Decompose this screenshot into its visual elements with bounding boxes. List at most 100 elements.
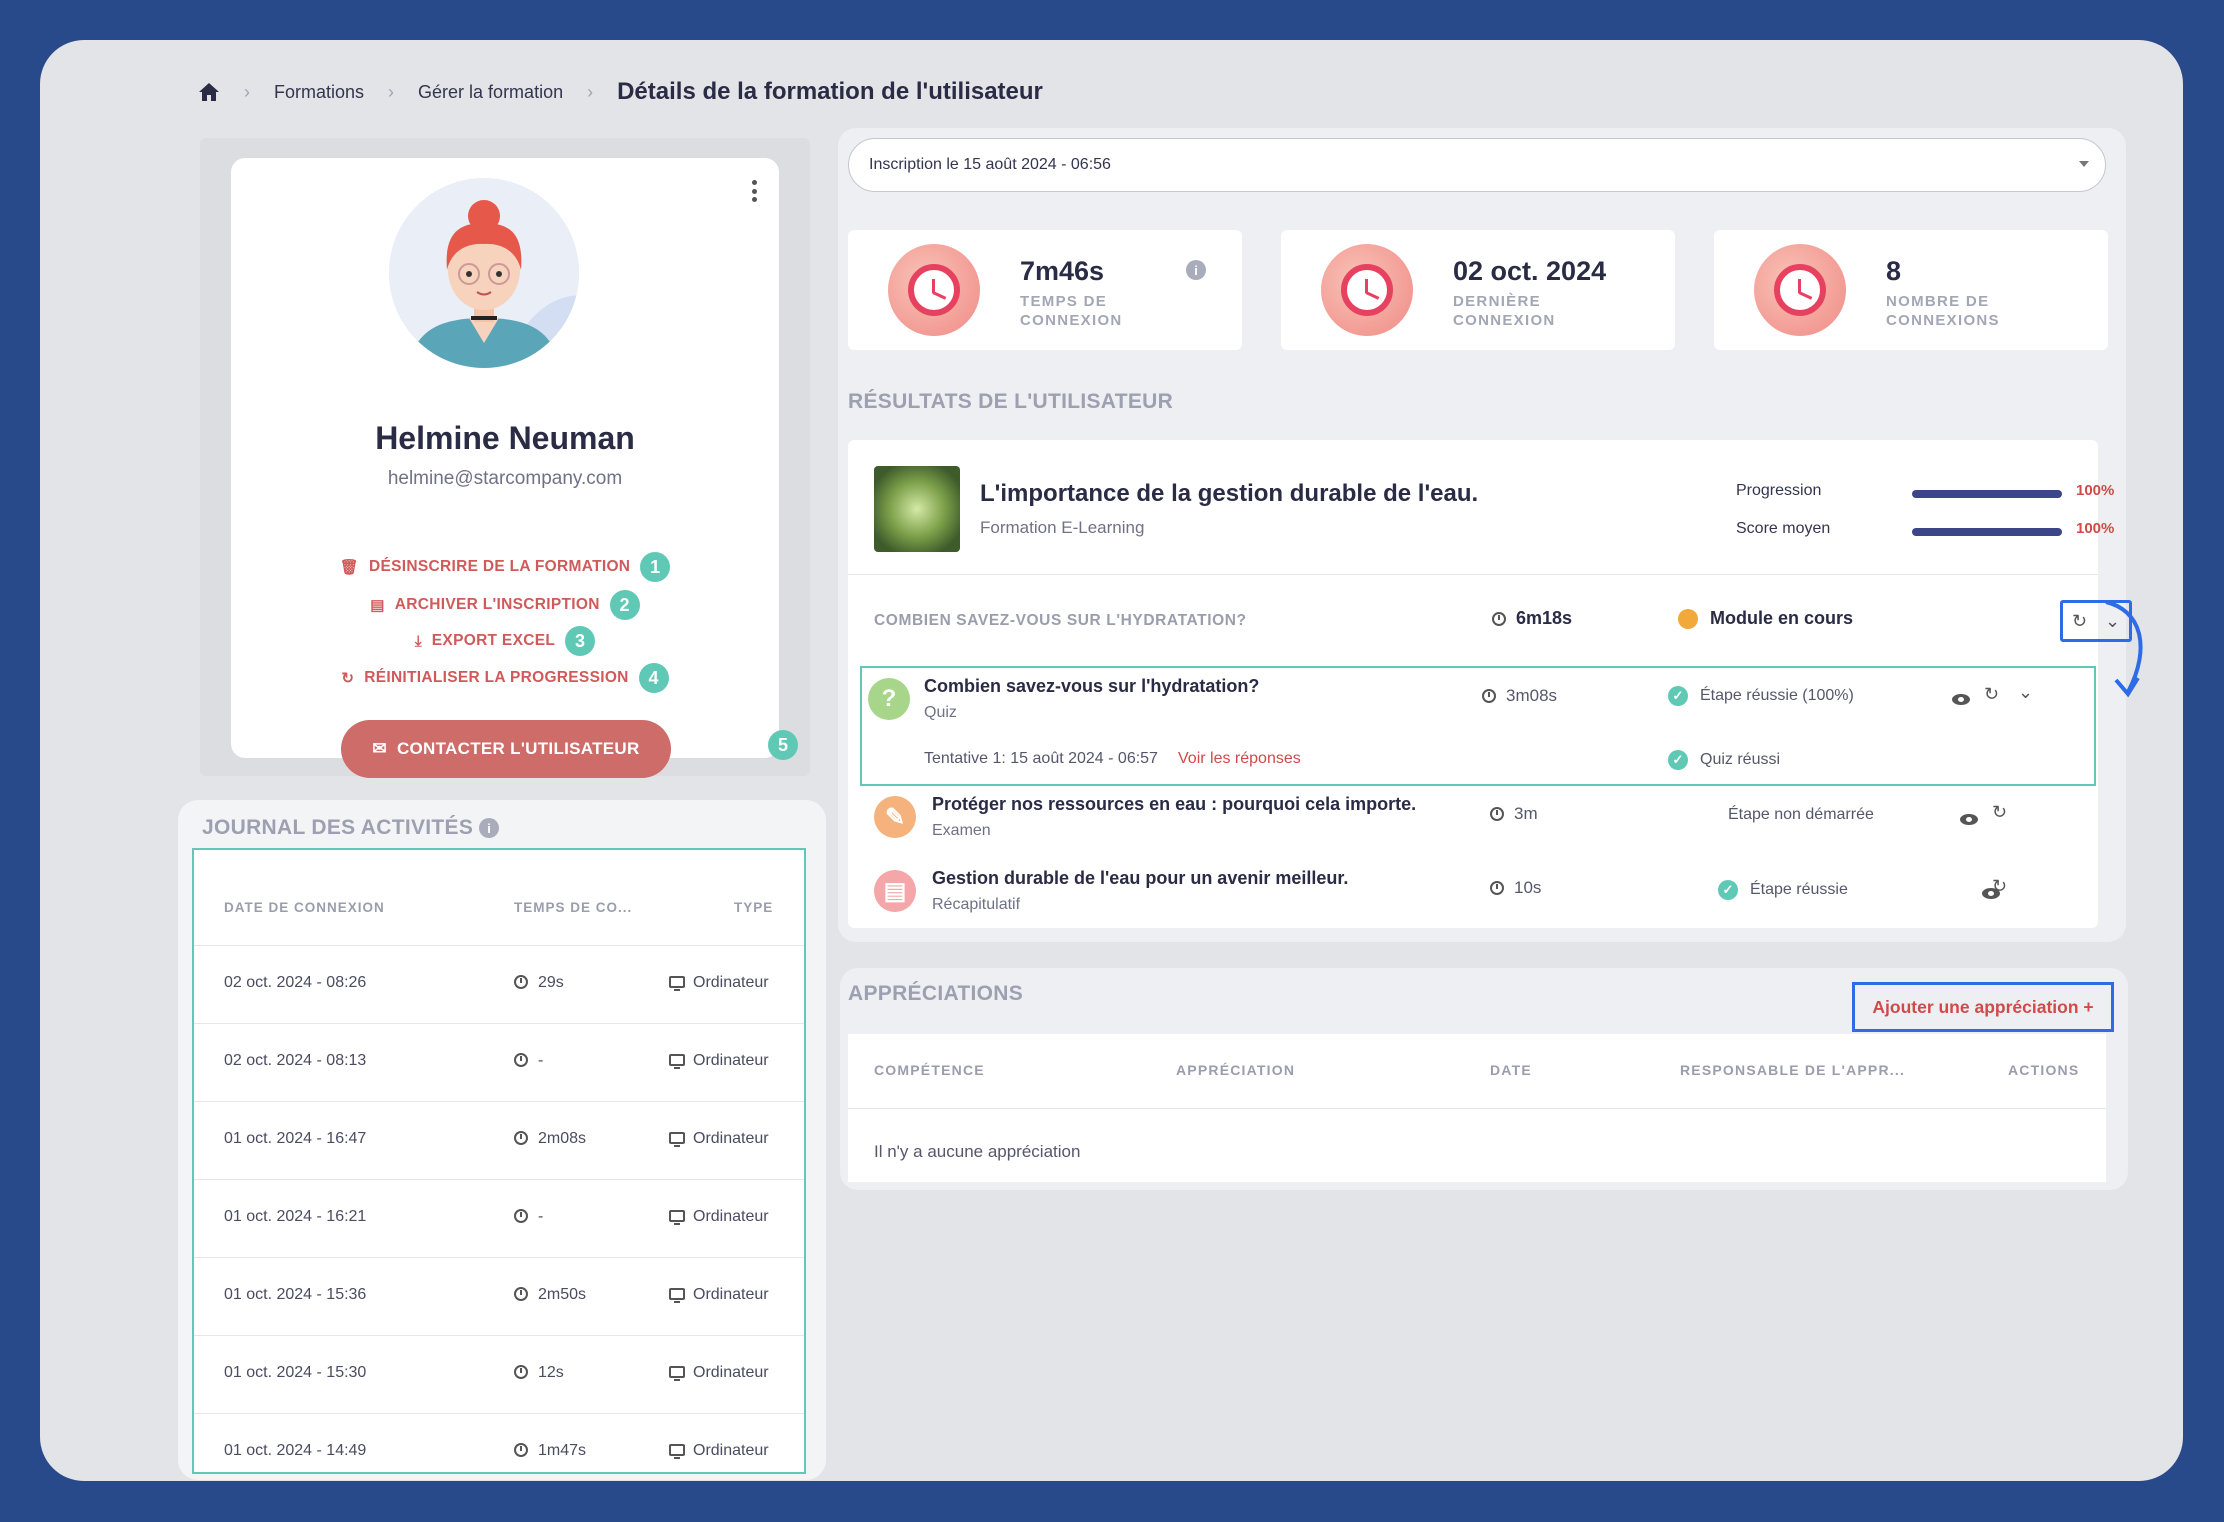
col-date[interactable]: DATE DE CONNEXION [224, 900, 385, 915]
avatar [389, 178, 579, 368]
step-status: Étape non démarrée [1728, 806, 1874, 823]
course-title: L'importance de la gestion durable de l'… [980, 480, 1479, 507]
row-time: 12s [538, 1364, 564, 1381]
appreciations-title: APPRÉCIATIONS [848, 982, 1024, 1005]
col-appreciation[interactable]: APPRÉCIATION [1176, 1062, 1295, 1078]
row-type: Ordinateur [693, 1442, 769, 1459]
enrollment-select[interactable]: Inscription le 15 août 2024 - 06:56 [848, 138, 2106, 192]
info-icon[interactable]: i [479, 818, 500, 838]
step-time: 10s [1514, 878, 1542, 897]
col-responsible[interactable]: RESPONSABLE DE L'APPR... [1680, 1062, 1905, 1078]
step-title: Gestion durable de l'eau pour un avenir … [932, 868, 1349, 888]
module-time-value: 6m18s [1516, 608, 1573, 628]
eye-icon[interactable] [1952, 694, 1970, 705]
course-thumbnail [874, 466, 960, 552]
refresh-icon[interactable]: ↻ [1992, 802, 2007, 823]
refresh-icon[interactable]: ↻ [2072, 611, 2087, 632]
module-status-text: Module en cours [1710, 608, 1854, 628]
reset-label: RÉINITIALISER LA PROGRESSION [364, 669, 629, 686]
step-type: Quiz [924, 704, 957, 721]
row-type: Ordinateur [693, 1208, 769, 1225]
step-status: Étape réussie [1750, 881, 1848, 898]
info-icon[interactable]: i [1186, 260, 1206, 280]
divider [848, 1108, 2106, 1109]
step-badge: 5 [768, 730, 798, 760]
export-label: EXPORT EXCEL [431, 632, 556, 649]
col-date[interactable]: DATE [1490, 1062, 1532, 1078]
row-date: 01 oct. 2024 - 16:21 [224, 1208, 367, 1225]
archive-button[interactable]: ▤ ARCHIVER L'INSCRIPTION 2 [231, 590, 779, 620]
score-bar [1912, 528, 2062, 536]
module-title: COMBIEN SAVEZ-VOUS SUR L'HYDRATATION? [874, 612, 1247, 629]
course-type: Formation E-Learning [980, 518, 1145, 537]
unenroll-label: DÉSINSCRIRE DE LA FORMATION [369, 558, 631, 575]
export-excel-button[interactable]: ⤓ EXPORT EXCEL 3 [231, 626, 779, 656]
col-type[interactable]: TYPE [734, 900, 773, 915]
step-type: Examen [932, 822, 991, 839]
check-icon: ✓ [1718, 880, 1738, 900]
row-type: Ordinateur [693, 974, 769, 991]
progress-value: 100% [2076, 482, 2115, 499]
summary-icon: ▤ [874, 870, 916, 912]
course-card: L'importance de la gestion durable de l'… [848, 440, 2132, 928]
col-time[interactable]: TEMPS DE CO... [514, 900, 632, 915]
score-value: 100% [2076, 520, 2115, 537]
chevron-down-icon[interactable]: ⌄ [2018, 682, 2033, 703]
row-time: 2m08s [538, 1130, 587, 1147]
check-icon: ✓ [1668, 686, 1688, 706]
computer-icon [669, 1444, 685, 1459]
eye-icon[interactable] [1960, 814, 1978, 825]
page-title: Détails de la formation de l'utilisateur [617, 78, 1043, 105]
col-competence[interactable]: COMPÉTENCE [874, 1062, 985, 1078]
clock-icon [514, 975, 528, 989]
computer-icon [669, 1366, 685, 1381]
add-appreciation-button[interactable]: Ajouter une appréciation + [1852, 982, 2114, 1032]
stat-card-connection-count: 8 NOMBRE DE CONNEXIONS [1714, 230, 2108, 350]
chevron-right-icon: › [587, 81, 594, 102]
row-time: 29s [538, 974, 564, 991]
step-time: 3m08s [1506, 686, 1558, 705]
progress-label: Progression [1736, 482, 1822, 499]
enrollment-select-value: Inscription le 15 août 2024 - 06:56 [869, 156, 1111, 173]
user-name: Helmine Neuman [375, 420, 635, 456]
profile-card: Helmine Neuman helmine@starcompany.com 🗑… [231, 158, 779, 778]
module-time: 6m18s [1492, 608, 1572, 629]
step-badge: 2 [609, 590, 640, 620]
refresh-icon[interactable]: ↻ [1984, 684, 1999, 705]
row-date: 01 oct. 2024 - 16:47 [224, 1130, 367, 1147]
table-row: 02 oct. 2024 - 08:13 - Ordinateur [194, 1023, 804, 1101]
home-icon[interactable] [198, 82, 220, 102]
breadcrumb-formations[interactable]: Formations [274, 82, 364, 103]
table-row: 01 oct. 2024 - 16:21 - Ordinateur [194, 1179, 804, 1257]
more-options-icon[interactable] [747, 176, 761, 206]
computer-icon [669, 1288, 685, 1303]
breadcrumb-manage[interactable]: Gérer la formation [418, 82, 563, 103]
activity-table: DATE DE CONNEXION TEMPS DE CO... TYPE 02… [192, 848, 806, 1474]
stat-value: 7m46s [1020, 256, 1105, 286]
quiz-icon: ? [868, 678, 910, 720]
unenroll-button[interactable]: 🗑 DÉSINSCRIRE DE LA FORMATION 1 [231, 552, 779, 582]
step-status: Étape réussie (100%) [1700, 687, 1854, 704]
table-row: 01 oct. 2024 - 16:47 2m08s Ordinateur [194, 1101, 804, 1179]
pencil-icon: ✎ [874, 796, 916, 838]
contact-label: CONTACTER L'UTILISATEUR [396, 739, 640, 758]
clock-icon [1492, 612, 1506, 626]
refresh-icon[interactable]: ↻ [1992, 876, 2007, 897]
step-badge: 4 [638, 663, 669, 693]
stat-card-connection-time: 7m46s TEMPS DE CONNEXION i [848, 230, 1242, 350]
row-time: 1m47s [538, 1442, 587, 1459]
stat-card-last-connection: 02 oct. 2024 DERNIÈRE CONNEXION [1281, 230, 1675, 350]
row-date: 01 oct. 2024 - 15:30 [224, 1364, 367, 1381]
row-date: 01 oct. 2024 - 14:49 [224, 1442, 367, 1459]
contact-user-button[interactable]: ✉ CONTACTER L'UTILISATEUR [341, 720, 671, 778]
view-answers-link[interactable]: Voir les réponses [1178, 750, 1301, 768]
clock-icon [514, 1053, 528, 1067]
reset-progress-button[interactable]: ↻ RÉINITIALISER LA PROGRESSION 4 [231, 663, 779, 693]
step-badge: 1 [640, 552, 671, 582]
computer-icon [669, 1054, 685, 1069]
row-date: 01 oct. 2024 - 15:36 [224, 1286, 367, 1303]
stat-label: DERNIÈRE CONNEXION [1453, 293, 1556, 329]
stat-label: TEMPS DE CONNEXION [1020, 293, 1123, 329]
quiz-status: Quiz réussi [1700, 751, 1781, 768]
clock-icon [1490, 807, 1504, 821]
